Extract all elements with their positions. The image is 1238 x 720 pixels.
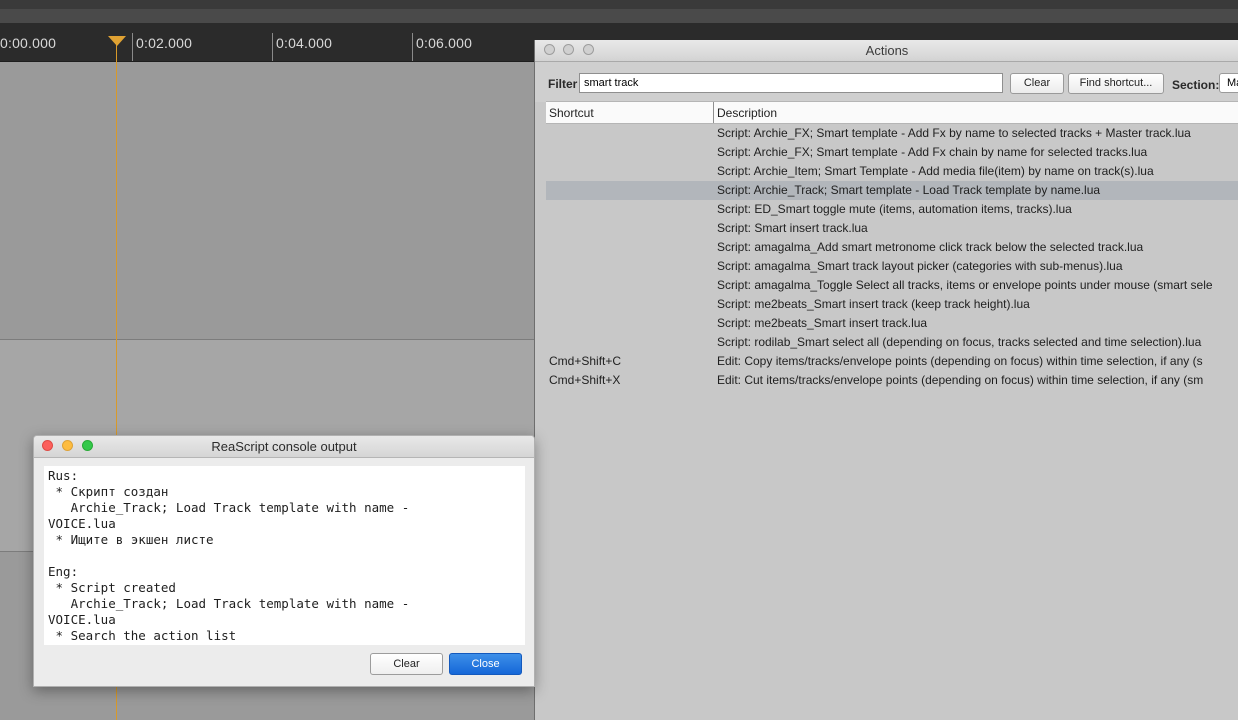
console-line: VOICE.lua [48, 516, 116, 531]
ruler-tick [132, 33, 133, 61]
top-toolbar-strip-lower [0, 9, 1238, 23]
action-row[interactable]: Script: Archie_FX; Smart template - Add … [546, 124, 1238, 143]
description-cell: Script: Archie_Item; Smart Template - Ad… [717, 164, 1154, 178]
ruler-label: 0:06.000 [416, 35, 473, 51]
actions-titlebar[interactable]: Actions [535, 40, 1238, 62]
description-cell: Script: ED_Smart toggle mute (items, aut… [717, 202, 1072, 216]
console-line: Rus: [48, 468, 79, 483]
description-cell: Script: Archie_FX; Smart template - Add … [717, 126, 1191, 140]
action-row[interactable]: Script: me2beats_Smart insert track (kee… [546, 295, 1238, 314]
console-line: * Ищите в экшен листе [48, 532, 214, 547]
console-clear-button[interactable]: Clear [370, 653, 443, 675]
top-toolbar-strip [0, 0, 1238, 9]
console-titlebar[interactable]: ReaScript console output [34, 436, 534, 458]
actions-title: Actions [865, 43, 909, 58]
shortcut-cell: Cmd+Shift+X [549, 373, 621, 387]
shortcut-cell: Cmd+Shift+C [549, 354, 622, 368]
action-row[interactable]: Cmd+Shift+C Edit: Copy items/tracks/envel… [546, 352, 1238, 371]
console-output-text[interactable]: Rus: * Скрипт создан Archie_Track; Load … [44, 466, 525, 645]
console-line: Eng: [48, 564, 79, 579]
ruler-label: 0:00.000 [0, 35, 57, 51]
action-row[interactable]: Script: amagalma_Add smart metronome cli… [546, 238, 1238, 257]
console-line: * Script created [48, 580, 176, 595]
filter-label: Filter [548, 77, 578, 91]
console-close-button[interactable]: Close [449, 653, 522, 675]
action-row[interactable]: Cmd+Shift+X Edit: Cut items/tracks/envelo… [546, 371, 1238, 390]
action-row[interactable]: Script: amagalma_Toggle Select all track… [546, 276, 1238, 295]
console-title: ReaScript console output [211, 439, 357, 454]
description-cell: Script: Smart insert track.lua [717, 221, 868, 235]
filter-input[interactable] [579, 73, 1003, 93]
action-row[interactable]: Script: me2beats_Smart insert track.lua [546, 314, 1238, 333]
action-row[interactable]: Script: Archie_Item; Smart Template - Ad… [546, 162, 1238, 181]
description-cell: Script: rodilab_Smart select all (depend… [717, 335, 1202, 349]
description-cell: Script: Archie_FX; Smart template - Add … [717, 145, 1148, 159]
action-row[interactable]: Script: Smart insert track.lua [546, 219, 1238, 238]
console-line: Archie_Track; Load Track template with n… [48, 596, 410, 611]
console-line: VOICE.lua [48, 612, 116, 627]
action-row[interactable]: Script: ED_Smart toggle mute (items, aut… [546, 200, 1238, 219]
section-dropdown[interactable]: Ma [1219, 73, 1238, 93]
description-cell: Edit: Copy items/tracks/envelope points … [717, 354, 1203, 368]
ruler-tick [412, 33, 413, 61]
actions-toolbar: Filter Clear Find shortcut... Section: M… [535, 62, 1238, 102]
action-row[interactable]: Script: rodilab_Smart select all (depend… [546, 333, 1238, 352]
column-resize-handle[interactable] [713, 102, 714, 123]
description-cell: Script: amagalma_Add smart metronome cli… [717, 240, 1144, 254]
section-label: Section: [1172, 78, 1220, 92]
action-row[interactable]: Script: amagalma_Smart track layout pick… [546, 257, 1238, 276]
ruler-label: 0:02.000 [136, 35, 193, 51]
description-cell: Script: me2beats_Smart insert track.lua [717, 316, 928, 330]
column-header-description[interactable]: Description [717, 106, 777, 120]
action-list[interactable]: Script: Archie_FX; Smart template - Add … [546, 124, 1238, 720]
description-cell: Script: amagalma_Smart track layout pick… [717, 259, 1123, 273]
ruler-label: 0:04.000 [276, 35, 333, 51]
actions-window: Actions Filter Clear Find shortcut... Se… [534, 40, 1238, 720]
console-line: * Search the action list [48, 628, 237, 643]
action-list-header: Shortcut Description [546, 101, 1238, 124]
console-line: * Скрипт создан [48, 484, 169, 499]
track-lane[interactable] [0, 62, 540, 339]
description-cell: Script: Archie_Track; Smart template - L… [717, 183, 1101, 197]
description-cell: Script: me2beats_Smart insert track (kee… [717, 297, 1030, 311]
action-row-selected[interactable]: Script: Archie_Track; Smart template - L… [546, 181, 1238, 200]
console-window: ReaScript console output Rus: * Скрипт с… [33, 435, 535, 687]
description-cell: Edit: Cut items/tracks/envelope points (… [717, 373, 1204, 387]
ruler-tick [272, 33, 273, 61]
description-cell: Script: amagalma_Toggle Select all track… [717, 278, 1213, 292]
console-line: Archie_Track; Load Track template with n… [48, 500, 410, 515]
play-cursor-marker-icon[interactable] [108, 36, 126, 46]
find-shortcut-button[interactable]: Find shortcut... [1068, 73, 1164, 94]
column-header-shortcut[interactable]: Shortcut [549, 106, 594, 120]
clear-filter-button[interactable]: Clear [1010, 73, 1064, 94]
action-row[interactable]: Script: Archie_FX; Smart template - Add … [546, 143, 1238, 162]
